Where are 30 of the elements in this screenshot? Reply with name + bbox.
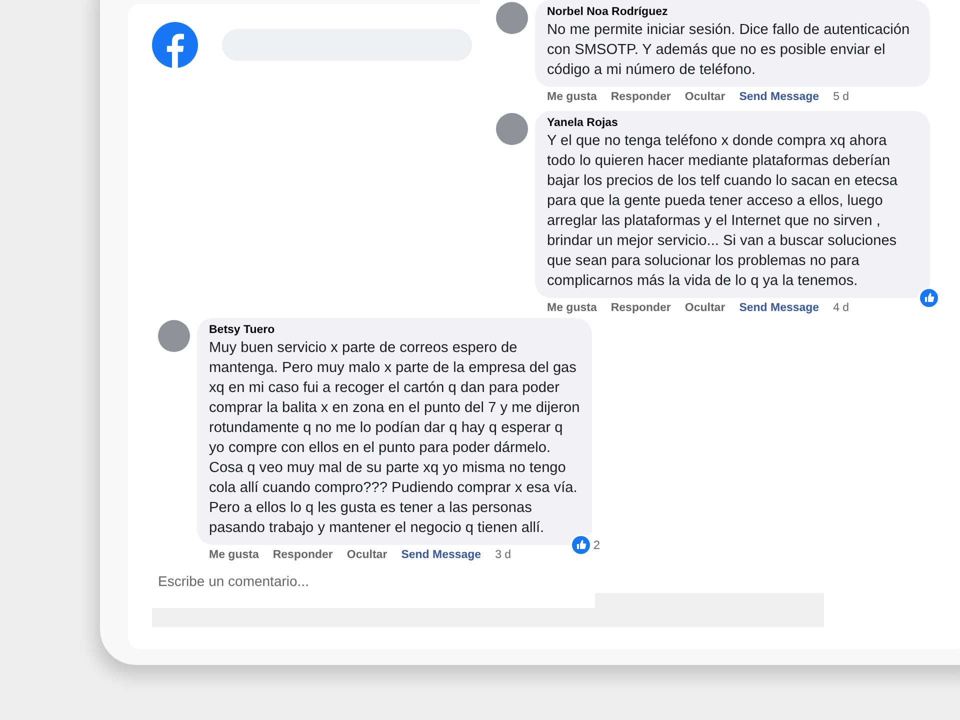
avatar-placeholder — [496, 2, 528, 34]
facebook-logo-icon[interactable] — [152, 22, 198, 68]
comment-action-link[interactable]: Ocultar — [346, 549, 388, 561]
avatar-placeholder — [496, 113, 528, 145]
comment-author[interactable]: Yanela Rojas — [547, 117, 918, 129]
reaction-count: 2 — [593, 538, 600, 552]
send-message-link[interactable]: Send Message — [401, 549, 482, 561]
reaction-badge[interactable] — [918, 288, 940, 308]
comment-text: Y el que no tenga teléfono x donde compra xq ahora todo lo quieren hacer mediante plataformas deberían bajar los precios de los telf cuando lo sacan en etecsa para que la gente pueda tener acceso a ellos, luego arreglar las plataformas y el Internet que no sirven , brindar un mejor servicio... Si van a buscar soluciones que sean para solucionar los problemas no para complicarnos más la vida de lo q ya la tenemos. — [547, 132, 898, 291]
thumbs-up-icon — [572, 536, 590, 554]
comment-action-link[interactable]: Responder — [272, 549, 333, 561]
comment-time: 5 d — [833, 91, 850, 103]
comment-action-link[interactable]: Me gusta — [547, 302, 597, 314]
comment-author[interactable]: Betsy Tuero — [209, 324, 580, 336]
comment-action-link[interactable]: Ocultar — [684, 302, 726, 314]
comment-time: 3 d — [495, 549, 512, 561]
comment-time: 4 d — [833, 302, 850, 314]
comment-action-link[interactable]: Responder — [610, 302, 671, 314]
comment-action-link[interactable]: Me gusta — [547, 91, 597, 103]
comment-action-link[interactable]: Me gusta — [209, 549, 259, 561]
thumbs-up-icon — [920, 289, 938, 307]
comment-text: Muy buen servicio x parte de correos espero de mantenga. Pero muy malo x parte de la empresa del gas xq en mi caso fui a recoger el cartón q dan para poder comprar la balita x en zona en el punto del 7 y me dijeron rotundamente q no me lo podían dar q hay q esperar q yo compre con ellos en el punto para poder dármelo. Cosa q veo muy mal de su parte xq yo misma no tengo cola allí cuando compro??? Pudiendo comprar x esa vía. Pero a ellos lo q les gusta es tener a las personas pasando trabajo y mantener el negocio q tienen allí. — [209, 339, 580, 538]
avatar-placeholder — [158, 320, 190, 352]
comment-action-link[interactable]: Ocultar — [684, 91, 726, 103]
comment-author[interactable]: Norbel Noa Rodríguez — [547, 6, 918, 18]
send-message-link[interactable]: Send Message — [739, 91, 820, 103]
reaction-badge[interactable]: 2 — [570, 535, 602, 555]
send-message-link[interactable]: Send Message — [739, 302, 820, 314]
comment-action-link[interactable]: Responder — [610, 91, 671, 103]
comment-text: No me permite iniciar sesión. Dice fallo de autenticación con SMSOTP. Y además que no es posible enviar el código a mi número de teléfono. — [547, 21, 911, 80]
